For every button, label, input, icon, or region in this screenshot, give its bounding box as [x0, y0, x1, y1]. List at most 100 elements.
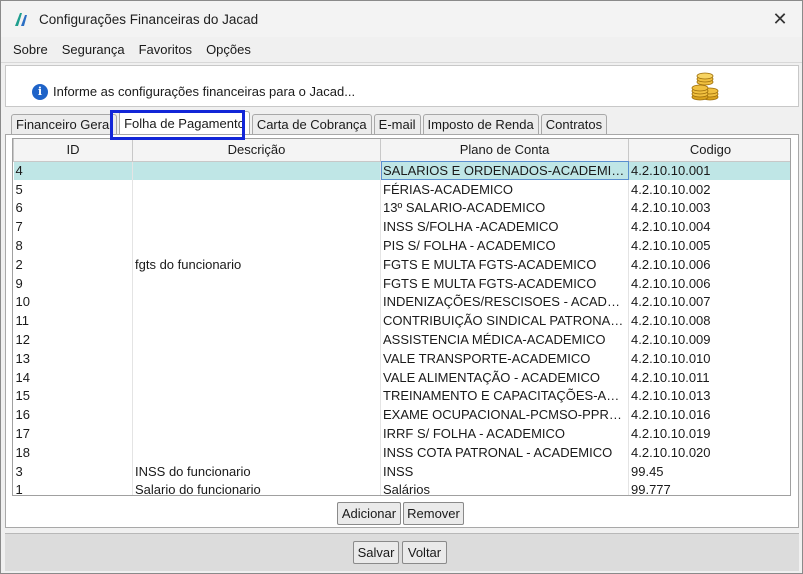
- cell-codigo: 4.2.10.10.007: [628, 292, 790, 312]
- cell-codigo: 4.2.10.10.006: [628, 254, 790, 274]
- cell-descricao: [132, 179, 381, 199]
- cell-descricao: [132, 161, 381, 180]
- cell-descricao: [132, 386, 381, 406]
- tab-imposto-de-renda[interactable]: Imposto de Renda: [422, 114, 539, 135]
- table-row[interactable]: 13 VALE TRANSPORTE-ACADEMICO 4.2.10.10.010: [13, 348, 790, 368]
- table-row[interactable]: 16 EXAME OCUPACIONAL-PCMSO-PPRA-LTC...4.2…: [13, 405, 790, 425]
- cell-id: 13: [13, 348, 133, 368]
- cell-descricao: [132, 442, 381, 462]
- tab-contratos[interactable]: Contratos: [540, 114, 608, 135]
- cell-codigo: 4.2.10.10.009: [628, 330, 790, 349]
- cell-descricao: [132, 367, 381, 387]
- cell-id: 15: [13, 386, 133, 406]
- column-header-descricao[interactable]: Descrição: [132, 139, 381, 162]
- cell-plano-de-conta: FÉRIAS-ACADEMICO: [380, 179, 629, 199]
- table-row[interactable]: 1 Salario do funcionario Salários 99.777: [13, 480, 790, 495]
- header-row: ID Descrição Plano de Conta Codigo: [13, 139, 790, 162]
- cell-id: 16: [13, 405, 133, 425]
- cell-descricao: [132, 424, 381, 443]
- column-header-id[interactable]: ID: [13, 139, 133, 162]
- tab-email[interactable]: E-mail: [373, 114, 421, 135]
- jacad-logo-icon: [15, 13, 27, 26]
- menu-seguranca[interactable]: Segurança: [55, 42, 132, 57]
- window-title: Configurações Financeiras do Jacad: [39, 11, 259, 27]
- menu-bar: Sobre Segurança Favoritos Opções: [1, 37, 802, 63]
- tab-page-folha: ID Descrição Plano de Conta Codigo 4 SALA…: [5, 134, 799, 528]
- info-message: Informe as configurações financeiras par…: [53, 84, 356, 99]
- coins-icon: [691, 72, 719, 101]
- payroll-grid[interactable]: ID Descrição Plano de Conta Codigo 4 SALA…: [12, 138, 791, 496]
- cell-id: 2: [13, 254, 133, 274]
- table-row[interactable]: 2 fgts do funcionario FGTS E MULTA FGTS-AC…: [13, 254, 790, 274]
- cell-id: 5: [13, 179, 133, 199]
- table-row[interactable]: 18 INSS COTA PATRONAL - ACADEMICO 4.2.10.1…: [13, 442, 790, 462]
- cell-descricao: [132, 348, 381, 368]
- back-button[interactable]: Voltar: [402, 541, 447, 564]
- table-row[interactable]: 17 IRRF S/ FOLHA - ACADEMICO 4.2.10.10.019: [13, 424, 790, 443]
- table-row[interactable]: 7 INSS S/FOLHA -ACADEMICO 4.2.10.10.004: [13, 217, 790, 237]
- cell-descricao: [132, 217, 381, 237]
- title-bar[interactable]: Configurações Financeiras do Jacad ✕: [1, 1, 802, 37]
- tab-folha-de-pagamento[interactable]: Folha de Pagamento: [119, 111, 250, 135]
- cell-codigo: 4.2.10.10.005: [628, 236, 790, 255]
- cell-codigo: 4.2.10.10.001: [628, 161, 790, 180]
- column-header-plano-de-conta[interactable]: Plano de Conta: [380, 139, 629, 162]
- cell-id: 17: [13, 424, 133, 443]
- cell-codigo: 4.2.10.10.016: [628, 405, 790, 425]
- cell-id: 1: [13, 480, 133, 495]
- cell-codigo: 4.2.10.10.006: [628, 273, 790, 293]
- table-row[interactable]: 14 VALE ALIMENTAÇÃO - ACADEMICO 4.2.10.10.…: [13, 367, 790, 387]
- cell-plano-de-conta: EXAME OCUPACIONAL-PCMSO-PPRA-LTC...: [380, 405, 629, 425]
- cell-id: 9: [13, 273, 133, 293]
- table-row[interactable]: 11 CONTRIBUIÇÃO SINDICAL PATRONAL E T... 4…: [13, 311, 790, 331]
- cell-id: 10: [13, 292, 133, 312]
- table-row[interactable]: 4 SALARIOS E ORDENADOS-ACADEMICO 4.2.10.10…: [13, 161, 790, 180]
- cell-plano-de-conta: Salários: [380, 480, 629, 495]
- table-row[interactable]: 10 INDENIZAÇÕES/RESCISOES - ACADEMICO 4.2.…: [13, 292, 790, 312]
- cell-descricao: [132, 292, 381, 312]
- cell-codigo: 4.2.10.10.019: [628, 424, 790, 443]
- table-row[interactable]: 8 PIS S/ FOLHA - ACADEMICO 4.2.10.10.005: [13, 236, 790, 255]
- cell-descricao: [132, 236, 381, 255]
- menu-favoritos[interactable]: Favoritos: [132, 42, 199, 57]
- save-button[interactable]: Salvar: [353, 541, 399, 564]
- cell-plano-de-conta: INDENIZAÇÕES/RESCISOES - ACADEMICO: [380, 292, 629, 312]
- cell-codigo: 99.45: [628, 461, 790, 481]
- cell-codigo: 4.2.10.10.010: [628, 348, 790, 368]
- cell-codigo: 4.2.10.10.011: [628, 367, 790, 387]
- grid-body: 4 SALARIOS E ORDENADOS-ACADEMICO 4.2.10.10…: [13, 161, 790, 495]
- cell-id: 14: [13, 367, 133, 387]
- tab-financeiro-geral[interactable]: Financeiro Geral: [11, 114, 118, 135]
- cell-id: 4: [13, 161, 133, 180]
- cell-id: 6: [13, 198, 133, 218]
- cell-descricao: [132, 405, 381, 425]
- table-row[interactable]: 12 ASSISTENCIA MÉDICA-ACADEMICO 4.2.10.10.…: [13, 330, 790, 349]
- cell-plano-de-conta: INSS COTA PATRONAL - ACADEMICO: [380, 442, 629, 462]
- table-row[interactable]: 3 INSS do funcionario INSS 99.45: [13, 461, 790, 481]
- info-icon: i: [32, 84, 48, 100]
- close-button[interactable]: ✕: [766, 5, 794, 33]
- cell-plano-de-conta: PIS S/ FOLHA - ACADEMICO: [380, 236, 629, 255]
- tab-carta-de-cobranca[interactable]: Carta de Cobrança: [251, 114, 372, 135]
- cell-id: 18: [13, 442, 133, 462]
- menu-sobre[interactable]: Sobre: [6, 42, 55, 57]
- remove-button[interactable]: Remover: [403, 502, 464, 525]
- table-row[interactable]: 9 FGTS E MULTA FGTS-ACADEMICO 4.2.10.10.00…: [13, 273, 790, 293]
- cell-descricao: fgts do funcionario: [132, 254, 381, 274]
- info-panel: i Informe as configurações financeiras p…: [5, 65, 799, 107]
- cell-plano-de-conta: FGTS E MULTA FGTS-ACADEMICO: [380, 254, 629, 274]
- column-header-codigo[interactable]: Codigo: [628, 139, 790, 162]
- footer-bar: Salvar Voltar: [5, 533, 799, 571]
- cell-descricao: Salario do funcionario: [132, 480, 381, 495]
- cell-plano-de-conta: INSS S/FOLHA -ACADEMICO: [380, 217, 629, 237]
- table-row[interactable]: 5 FÉRIAS-ACADEMICO 4.2.10.10.002: [13, 179, 790, 199]
- cell-plano-de-conta: 13º SALARIO-ACADEMICO: [380, 198, 629, 218]
- cell-id: 8: [13, 236, 133, 255]
- menu-opcoes[interactable]: Opções: [199, 42, 258, 57]
- cell-plano-de-conta: INSS: [380, 461, 629, 481]
- table-row[interactable]: 15 TREINAMENTO E CAPACITAÇÕES-ACADE... 4.2…: [13, 386, 790, 406]
- table-row[interactable]: 6 13º SALARIO-ACADEMICO 4.2.10.10.003: [13, 198, 790, 218]
- add-button[interactable]: Adicionar: [337, 502, 401, 525]
- cell-plano-de-conta: ASSISTENCIA MÉDICA-ACADEMICO: [380, 330, 629, 349]
- cell-codigo: 4.2.10.10.002: [628, 179, 790, 199]
